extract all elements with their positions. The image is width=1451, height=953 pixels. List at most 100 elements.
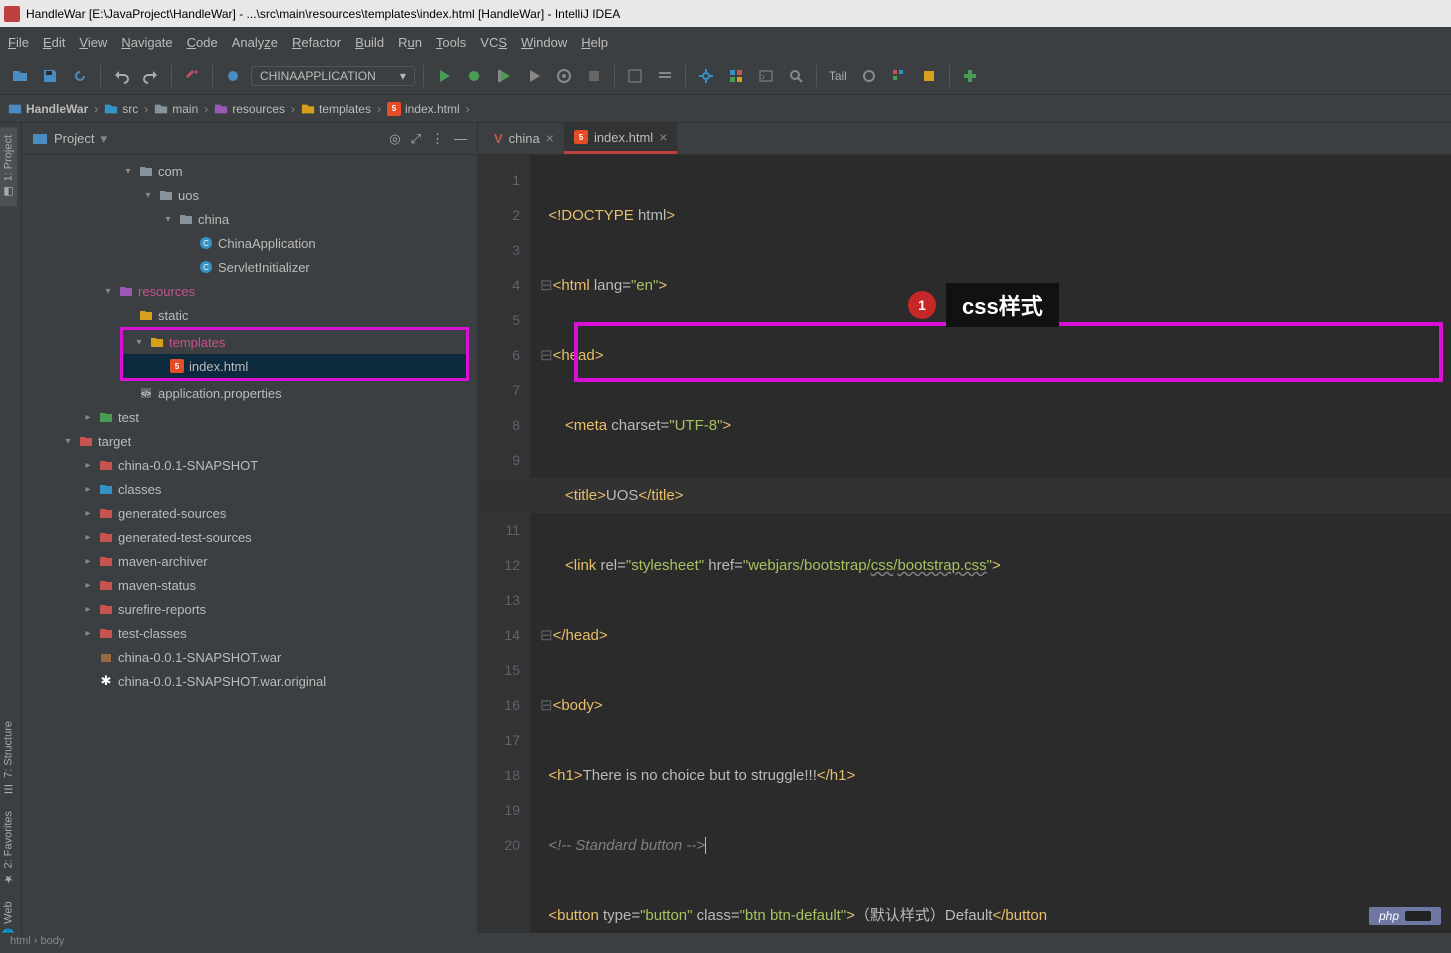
tree-testclasses[interactable]: ▸test-classes (22, 621, 477, 645)
tree-gensrc[interactable]: ▸generated-sources (22, 501, 477, 525)
menu-vcs[interactable]: VCS (480, 35, 507, 50)
tail-label[interactable]: Tail (825, 69, 851, 83)
tree-warorig[interactable]: ✱china-0.0.1-SNAPSHOT.war.original (22, 669, 477, 693)
tail-tool-icon[interactable] (917, 64, 941, 88)
html-icon: 5 (387, 102, 401, 116)
menu-run[interactable]: Run (398, 35, 422, 50)
code-editor[interactable]: 1234567891011121314151617181920 <!DOCTYP… (478, 155, 1451, 953)
bc-templates[interactable]: templates (301, 102, 371, 116)
tool-icon[interactable] (180, 64, 204, 88)
menu-edit[interactable]: Edit (43, 35, 65, 50)
project-tree[interactable]: ▾com ▾uos ▾china CChinaApplication CServ… (22, 155, 477, 953)
stop-icon[interactable] (582, 64, 606, 88)
chevron-down-icon: ▾ (400, 69, 406, 83)
tree-mvnarch[interactable]: ▸maven-archiver (22, 549, 477, 573)
close-icon[interactable]: × (546, 130, 554, 146)
tree-templates[interactable]: ▾templates (123, 330, 466, 354)
tree-gentest[interactable]: ▸generated-test-sources (22, 525, 477, 549)
left-tool-tabs: ◨1: Project ☰7: Structure ★2: Favorites … (0, 123, 22, 953)
side-tab-project[interactable]: ◨1: Project (0, 127, 17, 206)
gear-icon[interactable] (694, 64, 718, 88)
tail-grid-icon[interactable] (887, 64, 911, 88)
bc-indexhtml[interactable]: 5index.html (387, 102, 460, 116)
refresh-icon[interactable] (68, 64, 92, 88)
tree-resources[interactable]: ▾resources (22, 279, 477, 303)
profile-icon[interactable] (522, 64, 546, 88)
code-content[interactable]: <!DOCTYPE html> ⊟<html lang="en"> ⊟<head… (530, 155, 1451, 953)
search-icon[interactable] (784, 64, 808, 88)
menu-file[interactable]: File (8, 35, 29, 50)
bc-src[interactable]: src (104, 102, 138, 116)
svg-text:C: C (203, 239, 209, 248)
annotation: 1 css样式 (908, 283, 1059, 327)
run-icon[interactable] (432, 64, 456, 88)
app-icon (4, 6, 20, 22)
grid-icon[interactable] (724, 64, 748, 88)
tree-war[interactable]: china-0.0.1-SNAPSHOT.war (22, 645, 477, 669)
tree-uos[interactable]: ▾uos (22, 183, 477, 207)
tab-china[interactable]: Vchina× (484, 124, 564, 154)
titlebar-text: HandleWar [E:\JavaProject\HandleWar] - .… (26, 7, 620, 21)
options-icon[interactable]: ⋮ (431, 131, 444, 147)
menu-analyze[interactable]: Analyze (232, 35, 278, 50)
debug-icon[interactable] (462, 64, 486, 88)
target-icon[interactable]: ◎ (389, 131, 400, 147)
close-icon[interactable]: × (659, 129, 667, 145)
tree-indexhtml[interactable]: 5index.html (123, 354, 466, 378)
tree-test[interactable]: ▸test (22, 405, 477, 429)
tool2-icon[interactable] (623, 64, 647, 88)
tool3-icon[interactable] (653, 64, 677, 88)
side-tab-structure[interactable]: ☰7: Structure (0, 713, 17, 803)
annotation-badge: 1 (908, 291, 936, 319)
tree-target[interactable]: ▾target (22, 429, 477, 453)
editor-tabs: Vchina× 5index.html× (478, 123, 1451, 155)
side-tab-favorites[interactable]: ★2: Favorites (0, 803, 17, 893)
editor-area: Vchina× 5index.html× 1234567891011121314… (478, 123, 1451, 953)
tree-mvnstat[interactable]: ▸maven-status (22, 573, 477, 597)
collapse-icon[interactable]: ⤢ (411, 131, 421, 147)
tree-static[interactable]: static (22, 303, 477, 327)
undo-icon[interactable] (109, 64, 133, 88)
tree-snapshot[interactable]: ▸china-0.0.1-SNAPSHOT (22, 453, 477, 477)
chevron-down-icon[interactable]: ▾ (100, 131, 107, 147)
tab-index[interactable]: 5index.html× (564, 123, 677, 154)
project-header: Project ▾ ◎ ⤢ ⋮ — (22, 123, 477, 155)
menu-build[interactable]: Build (355, 35, 384, 50)
content-area: ◨1: Project ☰7: Structure ★2: Favorites … (0, 123, 1451, 953)
run-config-label: CHINAAPPLICATION (260, 69, 376, 83)
tree-surefire[interactable]: ▸surefire-reports (22, 597, 477, 621)
menu-window[interactable]: Window (521, 35, 567, 50)
menubar: File Edit View Navigate Code Analyze Ref… (0, 27, 1451, 57)
svg-text:</>: </> (141, 391, 151, 398)
menu-navigate[interactable]: Navigate (121, 35, 172, 50)
project-title[interactable]: Project (54, 131, 94, 146)
run-config-dropdown[interactable]: CHINAAPPLICATION ▾ (251, 66, 415, 86)
run-target-icon[interactable] (552, 64, 576, 88)
plugin-icon[interactable] (958, 64, 982, 88)
menu-tools[interactable]: Tools (436, 35, 466, 50)
bc-main[interactable]: main (154, 102, 198, 116)
minimize-icon[interactable]: — (454, 131, 467, 146)
breadcrumb: HandleWar› src› main› resources› templat… (0, 95, 1451, 123)
save-icon[interactable] (38, 64, 62, 88)
gutter[interactable]: 1234567891011121314151617181920 (478, 155, 530, 953)
bc-handlewar[interactable]: HandleWar (8, 102, 88, 116)
coverage-icon[interactable] (492, 64, 516, 88)
menu-view[interactable]: View (79, 35, 107, 50)
menu-code[interactable]: Code (187, 35, 218, 50)
open-icon[interactable] (8, 64, 32, 88)
redo-icon[interactable] (139, 64, 163, 88)
tree-classes[interactable]: ▸classes (22, 477, 477, 501)
tree-china[interactable]: ▾china (22, 207, 477, 231)
tree-appprops[interactable]: </>application.properties (22, 381, 477, 405)
tree-servlet[interactable]: CServletInitializer (22, 255, 477, 279)
menu-refactor[interactable]: Refactor (292, 35, 341, 50)
bc-resources[interactable]: resources (214, 102, 285, 116)
tree-chinaapp[interactable]: CChinaApplication (22, 231, 477, 255)
svg-text:C: C (203, 263, 209, 272)
tree-com[interactable]: ▾com (22, 159, 477, 183)
class-select-icon[interactable] (221, 64, 245, 88)
terminal-icon[interactable] (754, 64, 778, 88)
menu-help[interactable]: Help (581, 35, 608, 50)
tail-refresh-icon[interactable] (857, 64, 881, 88)
